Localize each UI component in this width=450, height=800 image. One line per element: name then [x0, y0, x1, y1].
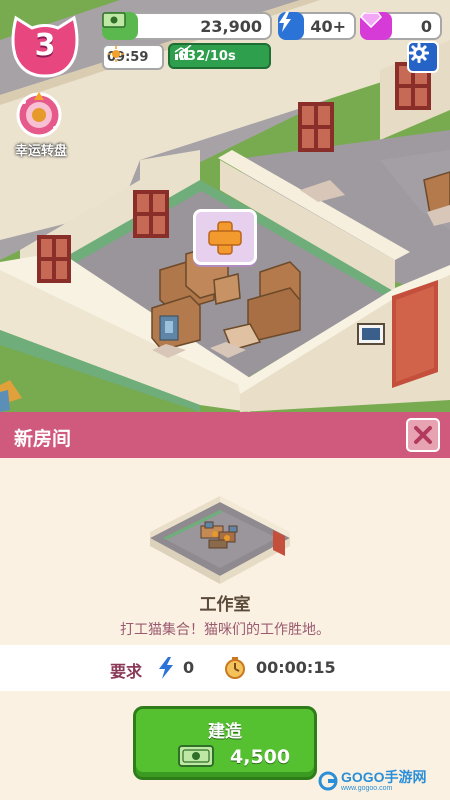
requirement-label: 要求	[110, 662, 143, 681]
cash-icon	[102, 12, 138, 40]
lucky-wheel-label: 幸运转盘	[14, 144, 67, 159]
game-scene[interactable]: 3 23,900 40+ 0 09:59 632/10s 幸运转盘	[0, 0, 450, 412]
energy-amount: 40+	[310, 16, 346, 36]
watermark-url: www.gogoo.com	[341, 784, 393, 792]
lucky-wheel-icon	[16, 92, 62, 138]
close-icon	[414, 426, 432, 444]
lightning-icon	[159, 657, 173, 679]
lightning-icon	[278, 12, 304, 40]
add-room-button[interactable]	[193, 209, 257, 265]
gem-icon	[360, 12, 392, 40]
income-rate-display[interactable]: 632/10s	[168, 43, 271, 69]
energy-display[interactable]: 40+	[278, 12, 356, 40]
build-cost: 4,500	[230, 746, 291, 768]
level-number: 3	[34, 28, 56, 63]
plus-icon	[208, 221, 242, 255]
day-clock: 09:59	[102, 44, 164, 70]
settings-button[interactable]	[407, 41, 439, 73]
panel-header: 新房间	[0, 412, 450, 458]
income-chart-icon	[174, 45, 192, 60]
cash-icon	[178, 745, 214, 767]
sun-icon	[108, 46, 124, 62]
build-button-label: 建造	[208, 722, 242, 742]
room-name: 工作室	[199, 595, 251, 615]
cash-display[interactable]: 23,900	[102, 12, 272, 40]
lucky-wheel-button[interactable]	[16, 92, 62, 138]
gogo-logo-icon	[318, 771, 338, 791]
watermark: GOGO手游网 www.gogoo.com	[318, 768, 427, 794]
watermark-brand: GOGO手游网	[341, 768, 427, 785]
requirements-row: 要求 0 00:00:15	[0, 645, 450, 691]
cash-amount: 23,900	[200, 16, 262, 36]
close-button[interactable]	[406, 418, 440, 452]
gear-icon	[409, 43, 429, 63]
panel-title: 新房间	[14, 428, 72, 450]
level-badge[interactable]: 3	[10, 12, 80, 78]
build-time: 00:00:15	[256, 658, 336, 677]
room-preview-image	[150, 496, 290, 584]
room-description: 打工猫集合！猫咪们的工作胜地。	[120, 622, 330, 638]
energy-requirement: 0	[183, 658, 195, 677]
gem-amount: 0	[420, 16, 432, 36]
gem-display[interactable]: 0	[360, 12, 442, 40]
build-button[interactable]: 建造 4,500	[133, 706, 317, 780]
clock-icon	[225, 657, 245, 679]
